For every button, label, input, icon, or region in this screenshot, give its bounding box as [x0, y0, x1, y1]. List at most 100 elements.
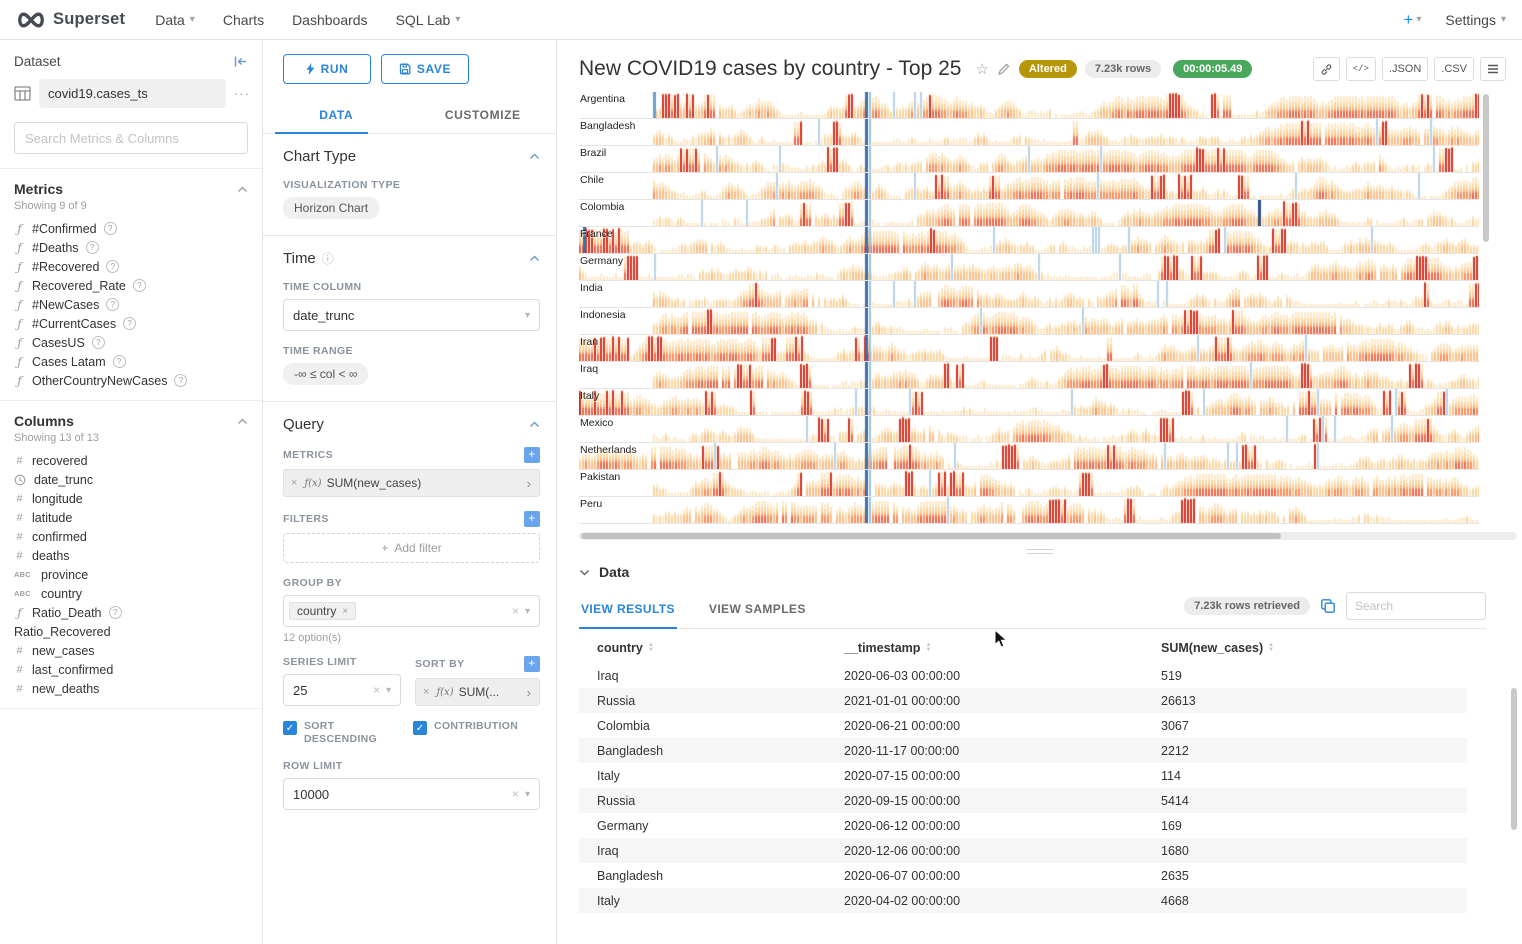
column-item[interactable]: #recovered: [0, 451, 262, 470]
chevron-up-icon[interactable]: [529, 255, 540, 262]
help-icon[interactable]: ?: [123, 317, 136, 330]
settings-menu[interactable]: Settings ▾: [1445, 12, 1506, 28]
caret-right-icon[interactable]: ›: [519, 476, 539, 491]
horizon-row[interactable]: France: [579, 227, 1479, 254]
metric-item[interactable]: ƒ#Recovered?: [0, 257, 262, 276]
help-icon[interactable]: ?: [174, 374, 187, 387]
add-filter-button[interactable]: +: [524, 511, 540, 527]
results-search-input[interactable]: [1346, 592, 1486, 620]
chevron-up-icon[interactable]: [237, 418, 248, 425]
column-item[interactable]: #latitude: [0, 508, 262, 527]
horizon-row[interactable]: Germany: [579, 254, 1479, 281]
sort-descending-checkbox[interactable]: ✓: [283, 721, 297, 735]
embed-code-button[interactable]: </>: [1346, 57, 1376, 81]
metric-item[interactable]: ƒCases Latam?: [0, 352, 262, 371]
horizon-row[interactable]: Brazil: [579, 146, 1479, 173]
table-row[interactable]: Germany2020-06-12 00:00:00169: [579, 813, 1467, 838]
help-icon[interactable]: ?: [106, 260, 119, 273]
superset-brand[interactable]: Superset: [16, 10, 125, 29]
scrollbar-thumb[interactable]: [581, 533, 1281, 539]
table-row[interactable]: Colombia2020-06-21 00:00:003067: [579, 713, 1467, 738]
metric-item[interactable]: ƒ#Confirmed?: [0, 219, 262, 238]
edit-icon[interactable]: [997, 62, 1011, 76]
tab-view-results[interactable]: VIEW RESULTS: [579, 593, 677, 628]
horizon-row[interactable]: Argentina: [579, 92, 1479, 119]
metric-item[interactable]: ƒOtherCountryNewCases?: [0, 371, 262, 390]
horizon-row[interactable]: Mexico: [579, 416, 1479, 443]
share-link-button[interactable]: [1313, 57, 1340, 81]
help-icon[interactable]: ?: [104, 222, 117, 235]
close-icon[interactable]: ×: [512, 787, 519, 801]
help-icon[interactable]: ?: [109, 606, 122, 619]
metric-item[interactable]: ƒ#CurrentCases?: [0, 314, 262, 333]
horizon-row[interactable]: Peru: [579, 497, 1479, 524]
metric-item[interactable]: ƒRecovered_Rate?: [0, 276, 262, 295]
column-header[interactable]: SUM(new_cases)▲▼: [1143, 641, 1467, 655]
help-icon[interactable]: ?: [133, 279, 146, 292]
column-item[interactable]: ABCcountry: [0, 584, 262, 603]
run-button[interactable]: RUN: [283, 54, 371, 84]
copy-icon[interactable]: [1320, 598, 1336, 614]
horizon-row[interactable]: Netherlands: [579, 443, 1479, 470]
column-item[interactable]: #deaths: [0, 546, 262, 565]
tab-customize[interactable]: CUSTOMIZE: [410, 98, 557, 133]
nav-item-sql-lab[interactable]: SQL Lab▾: [396, 12, 461, 28]
star-icon[interactable]: ☆: [975, 60, 988, 78]
tab-view-samples[interactable]: VIEW SAMPLES: [707, 593, 808, 628]
panel-splitter[interactable]: [557, 540, 1522, 562]
group-by-select[interactable]: country × × ▾: [283, 595, 540, 627]
viz-type-value[interactable]: Horizon Chart: [283, 197, 379, 219]
horizon-row[interactable]: Chile: [579, 173, 1479, 200]
close-icon[interactable]: ×: [512, 604, 519, 618]
table-row[interactable]: Bangladesh2020-11-17 00:00:002212: [579, 738, 1467, 763]
horizon-row[interactable]: Colombia: [579, 200, 1479, 227]
row-limit-select[interactable]: 10000 × ▾: [283, 778, 540, 810]
help-icon[interactable]: ?: [113, 355, 126, 368]
chart-horizontal-scrollbar[interactable]: [579, 532, 1517, 540]
column-item[interactable]: date_trunc: [0, 470, 262, 489]
add-filter-dropzone[interactable]: + Add filter: [283, 533, 540, 563]
results-vertical-scrollbar[interactable]: [1511, 688, 1517, 830]
add-sort-by-button[interactable]: +: [524, 656, 540, 672]
metric-item[interactable]: ƒ#NewCases?: [0, 295, 262, 314]
column-item[interactable]: ABCprovince: [0, 565, 262, 584]
table-row[interactable]: Italy2020-04-02 00:00:004668: [579, 888, 1467, 913]
new-item-button[interactable]: + ▾: [1403, 10, 1421, 30]
metrics-columns-search-input[interactable]: [14, 122, 248, 154]
export-json-button[interactable]: .JSON: [1382, 57, 1428, 81]
collapse-panel-icon[interactable]: [233, 55, 248, 68]
table-row[interactable]: Russia2020-09-15 00:00:005414: [579, 788, 1467, 813]
horizon-row[interactable]: Pakistan: [579, 470, 1479, 497]
table-row[interactable]: Bangladesh2020-06-07 00:00:002635: [579, 863, 1467, 888]
chart-vertical-scrollbar[interactable]: [1483, 94, 1489, 242]
series-limit-select[interactable]: 25 × ▾: [283, 674, 401, 706]
column-header[interactable]: __timestamp▲▼: [826, 641, 1143, 655]
add-metric-button[interactable]: +: [524, 447, 540, 463]
close-icon[interactable]: ×: [416, 686, 436, 698]
column-item[interactable]: #longitude: [0, 489, 262, 508]
time-column-select[interactable]: date_trunc ▾: [283, 299, 540, 331]
horizon-chart[interactable]: ArgentinaBangladeshBrazilChileColombiaFr…: [579, 92, 1479, 524]
export-csv-button[interactable]: .CSV: [1434, 57, 1474, 81]
group-by-tag[interactable]: country ×: [289, 602, 356, 620]
help-icon[interactable]: ?: [106, 298, 119, 311]
horizon-row[interactable]: Iran: [579, 335, 1479, 362]
nav-item-data[interactable]: Data▾: [155, 12, 195, 28]
column-item[interactable]: #new_cases: [0, 641, 262, 660]
caret-right-icon[interactable]: ›: [519, 685, 539, 700]
column-item[interactable]: ƒRatio_Death?: [0, 603, 262, 622]
drag-handle-icon[interactable]: [1027, 549, 1053, 554]
chevron-up-icon[interactable]: [237, 186, 248, 193]
chevron-down-icon[interactable]: [579, 569, 590, 576]
horizon-row[interactable]: Bangladesh: [579, 119, 1479, 146]
table-row[interactable]: Italy2020-07-15 00:00:00114: [579, 763, 1467, 788]
close-icon[interactable]: ×: [373, 683, 380, 697]
dataset-name[interactable]: covid19.cases_ts: [39, 79, 226, 108]
column-header[interactable]: country▲▼: [579, 641, 826, 655]
table-row[interactable]: Russia2021-01-01 00:00:0026613: [579, 688, 1467, 713]
tab-data[interactable]: DATA: [263, 98, 410, 133]
time-range-value[interactable]: -∞ ≤ col < ∞: [283, 363, 368, 385]
horizon-row[interactable]: Indonesia: [579, 308, 1479, 335]
nav-item-charts[interactable]: Charts: [223, 12, 264, 28]
column-item[interactable]: #new_deaths: [0, 679, 262, 698]
